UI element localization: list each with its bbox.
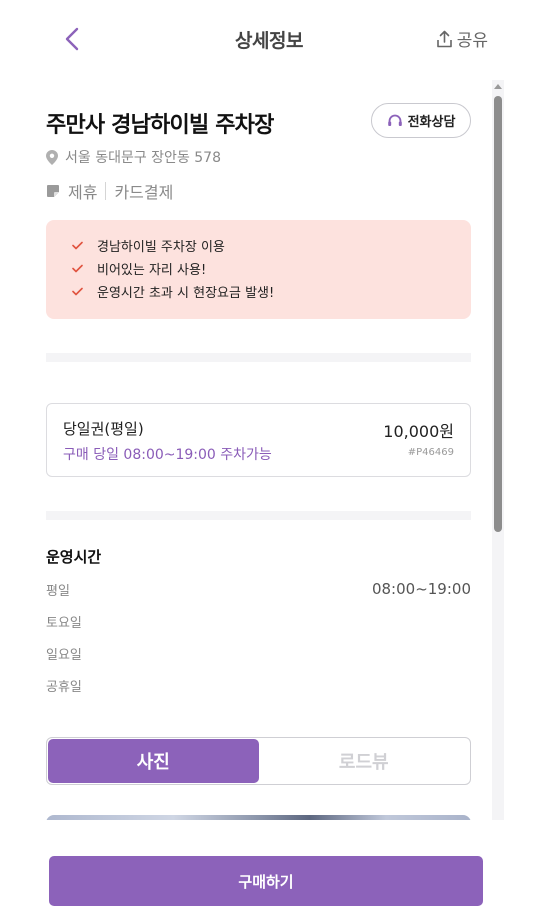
tag-icon <box>47 185 59 197</box>
address-row: 서울 동대문구 장안동 578 <box>46 147 221 167</box>
tag-partner: 제휴 <box>68 183 98 202</box>
hours-row-sunday: 일요일 <box>46 644 471 664</box>
phone-consult-label: 전화상담 <box>407 115 456 130</box>
parking-lot-name: 주만사 경남하이빌 주차장 <box>46 113 274 138</box>
address-text: 서울 동대문구 장안동 578 <box>65 150 221 166</box>
notice-text: 운영시간 초과 시 현장요금 발생! <box>97 286 275 301</box>
top-app-bar: 상세정보 공유 <box>0 0 538 80</box>
scrollbar[interactable] <box>492 80 504 820</box>
notice-text: 비어있는 자리 사용! <box>97 263 207 278</box>
hours-row-saturday: 토요일 <box>46 612 471 632</box>
notice-item: 경남하이빌 주차장 이용 <box>72 234 471 257</box>
check-icon <box>72 264 83 273</box>
hours-time: 08:00~19:00 <box>371 580 471 598</box>
hours-day: 공휴일 <box>46 680 82 695</box>
operating-hours-title: 운영시간 <box>46 548 102 566</box>
section-divider <box>46 511 471 520</box>
tag-card-payment: 카드결제 <box>114 183 174 202</box>
headset-icon <box>387 114 402 126</box>
share-icon <box>436 30 452 47</box>
scroll-up-arrow-icon[interactable] <box>492 84 504 92</box>
notice-item: 비어있는 자리 사용! <box>72 257 471 280</box>
ticket-code: #P46469 <box>407 447 454 458</box>
purchase-button[interactable]: 구매하기 <box>49 856 483 906</box>
ticket-card[interactable]: 당일권(평일) 10,000원 구매 당일 08:00~19:00 주차가능 #… <box>46 403 471 477</box>
media-tab-control: 사진 로드뷰 <box>46 737 471 785</box>
hours-row-weekday: 평일 08:00~19:00 <box>46 580 471 600</box>
ticket-name: 당일권(평일) <box>63 420 144 438</box>
notice-box: 경남하이빌 주차장 이용 비어있는 자리 사용! 운영시간 초과 시 현장요금 … <box>46 220 471 319</box>
share-button[interactable]: 공유 <box>436 26 488 51</box>
tab-photo[interactable]: 사진 <box>48 739 259 783</box>
ticket-description: 구매 당일 08:00~19:00 주차가능 <box>63 447 272 463</box>
detail-content: 주만사 경남하이빌 주차장 전화상담 서울 동대문구 장안동 578 제휴 카드… <box>0 80 538 820</box>
notice-text: 경남하이빌 주차장 이용 <box>97 240 225 255</box>
bottom-action-bar: 구매하기 <box>0 820 538 912</box>
phone-consult-button[interactable]: 전화상담 <box>371 103 471 138</box>
hours-day: 일요일 <box>46 648 82 663</box>
ticket-price: 10,000원 <box>383 422 454 441</box>
check-icon <box>72 241 83 250</box>
tags-row: 제휴 카드결제 <box>46 179 173 203</box>
location-pin-icon <box>46 149 58 165</box>
check-icon <box>72 287 83 296</box>
tag-divider <box>105 182 107 200</box>
hours-row-holiday: 공휴일 <box>46 676 471 696</box>
scrollbar-thumb[interactable] <box>494 96 502 532</box>
hours-day: 평일 <box>46 584 70 599</box>
share-label: 공유 <box>456 31 488 51</box>
tab-roadview[interactable]: 로드뷰 <box>259 739 470 783</box>
hours-day: 토요일 <box>46 616 82 631</box>
notice-item: 운영시간 초과 시 현장요금 발생! <box>72 280 471 303</box>
section-divider <box>46 353 471 362</box>
